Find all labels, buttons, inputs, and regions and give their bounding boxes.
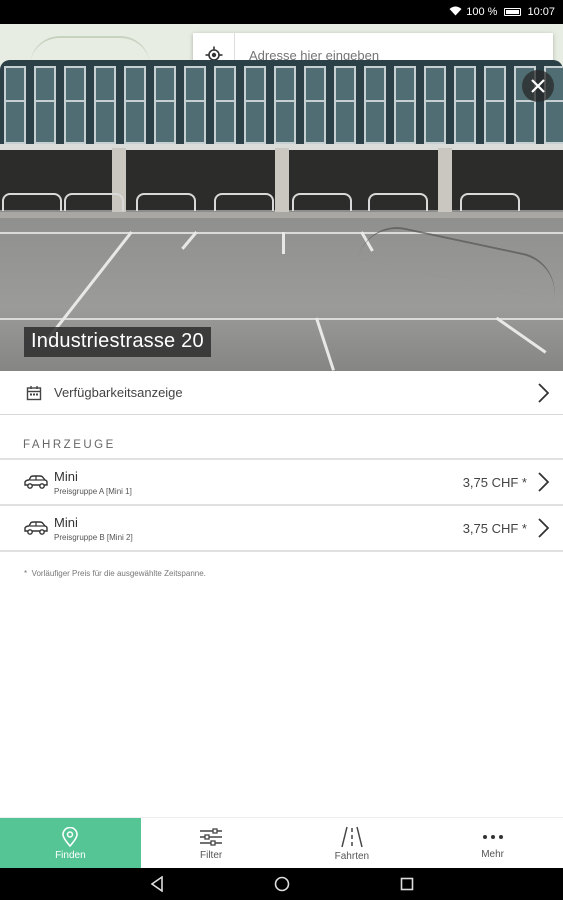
vehicle-list-item[interactable]: Mini Preisgruppe A [Mini 1] 3,75 CHF * — [0, 460, 563, 506]
wifi-icon — [449, 6, 462, 19]
footnote-text: Vorläufiger Preis für die ausgewählte Ze… — [31, 569, 206, 578]
vehicle-price-group: Preisgruppe A [Mini 1] — [54, 486, 132, 496]
bottom-tab-bar: Finden Filter Fahrten Mehr — [0, 817, 563, 869]
vehicle-price-group: Preisgruppe B [Mini 2] — [54, 532, 133, 542]
price-footnote: * Vorläufiger Preis für die ausgewählte … — [0, 569, 563, 578]
tab-label: Mehr — [481, 848, 505, 860]
location-photo: Industriestrasse 20 — [0, 60, 563, 371]
tab-fahrten[interactable]: Fahrten — [282, 818, 423, 869]
close-button[interactable] — [522, 70, 554, 102]
footnote-mark: * — [24, 569, 28, 578]
vehicle-price: 3,75 CHF * — [462, 474, 527, 490]
sliders-icon — [200, 827, 223, 846]
vehicle-name: Mini — [54, 468, 78, 484]
tab-filter[interactable]: Filter — [141, 818, 282, 869]
calendar-icon — [26, 385, 42, 400]
back-icon[interactable] — [150, 876, 164, 892]
tab-label: Fahrten — [334, 850, 370, 862]
availability-row[interactable]: Verfügbarkeitsanzeige — [0, 371, 563, 415]
vehicles-section-title: FAHRZEUGE — [0, 415, 563, 460]
close-icon — [531, 79, 545, 93]
tab-mehr[interactable]: Mehr — [422, 818, 563, 869]
location-pin-icon — [62, 826, 79, 847]
system-navigation-bar — [0, 868, 563, 900]
chevron-right-icon — [538, 518, 549, 538]
battery-percent: 100 % — [466, 6, 498, 18]
vehicle-name: Mini — [54, 514, 78, 530]
home-icon[interactable] — [274, 876, 290, 892]
recent-apps-icon[interactable] — [400, 877, 414, 891]
tab-label: Finden — [55, 849, 86, 861]
more-dots-icon — [482, 834, 503, 839]
battery-icon — [504, 8, 522, 16]
chevron-right-icon — [538, 382, 549, 403]
availability-label: Verfügbarkeitsanzeige — [54, 385, 183, 400]
tab-label: Filter — [200, 849, 223, 861]
app-screen: 100 % 10:07 Adresse hier eingeben Indust… — [0, 0, 563, 900]
tab-finden[interactable]: Finden — [0, 818, 141, 869]
location-title: Industriestrasse 20 — [24, 327, 211, 357]
vehicle-list-item[interactable]: Mini Preisgruppe B [Mini 2] 3,75 CHF * — [0, 506, 563, 552]
status-bar: 100 % 10:07 — [0, 0, 563, 24]
car-icon — [24, 475, 48, 489]
vehicle-price: 3,75 CHF * — [462, 520, 527, 536]
chevron-right-icon — [538, 472, 549, 492]
clock: 10:07 — [527, 6, 555, 18]
location-detail-card: Industriestrasse 20 Verfügbarkeitsanzeig… — [0, 60, 563, 817]
road-icon — [341, 826, 363, 847]
car-icon — [24, 521, 48, 535]
